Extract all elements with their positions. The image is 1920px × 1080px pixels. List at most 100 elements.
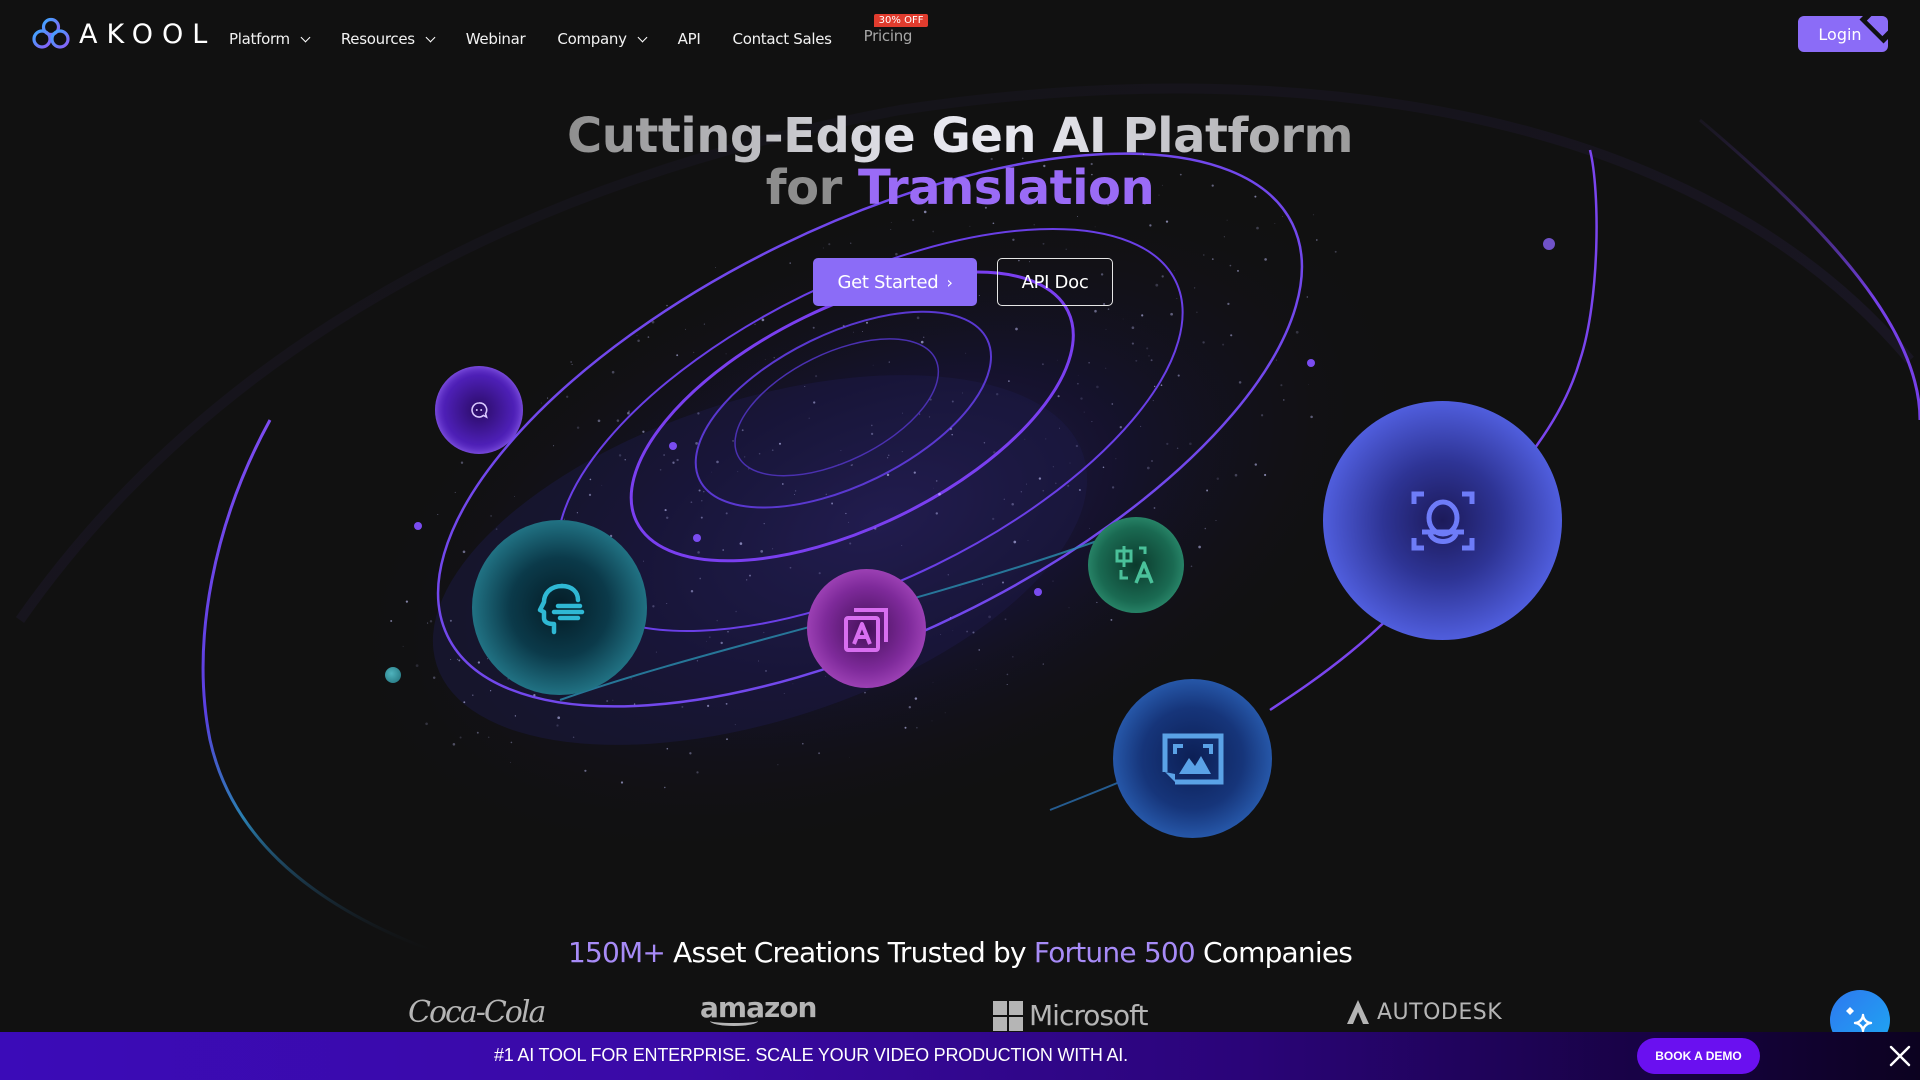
star	[1310, 415, 1313, 419]
nav-item-resources[interactable]: Resources	[341, 30, 436, 48]
star	[611, 370, 615, 374]
orb-text[interactable]	[807, 569, 926, 688]
star	[696, 771, 699, 774]
star	[1080, 397, 1083, 400]
star	[1068, 607, 1070, 609]
microsoft-windows-icon	[993, 1000, 1023, 1031]
akool-logo-mark-icon	[32, 17, 70, 49]
star	[557, 716, 561, 720]
star	[887, 454, 890, 457]
star	[951, 433, 953, 436]
star	[1042, 489, 1045, 492]
star	[1008, 380, 1010, 382]
star	[624, 459, 626, 461]
star	[1094, 226, 1096, 228]
nav-item-contact-sales[interactable]: Contact Sales	[733, 30, 832, 48]
star	[1088, 362, 1090, 364]
star	[818, 752, 821, 755]
nav-item-company[interactable]: Company	[557, 30, 648, 48]
coca-cola-logo: Coca-Cola	[408, 995, 546, 1030]
akool-logo[interactable]: AKOOL	[31, 17, 216, 51]
star	[1110, 618, 1113, 621]
get-started-button[interactable]: Get Started ›	[813, 258, 977, 306]
orb-translate[interactable]	[1088, 517, 1184, 613]
star	[666, 747, 669, 750]
star	[777, 764, 779, 766]
nav-item-webinar[interactable]: Webinar	[466, 30, 526, 48]
star	[460, 461, 464, 464]
close-icon[interactable]	[1888, 1044, 1912, 1068]
star	[1004, 618, 1007, 621]
star	[935, 512, 939, 515]
star	[690, 589, 694, 593]
star	[637, 339, 640, 343]
star	[1057, 395, 1060, 398]
book-demo-button[interactable]: BOOK A DEMO	[1637, 1038, 1760, 1074]
star	[1230, 334, 1233, 337]
star	[1254, 463, 1257, 466]
get-started-label: Get Started	[837, 271, 939, 293]
star	[932, 681, 934, 683]
star	[697, 412, 700, 415]
star	[510, 761, 512, 763]
star	[981, 583, 983, 585]
star	[890, 229, 892, 231]
star	[425, 722, 428, 726]
star	[659, 469, 662, 471]
hero-cta-group: Get Started › API Doc	[0, 258, 1920, 306]
star	[758, 452, 761, 455]
star	[1170, 312, 1173, 316]
star	[935, 480, 938, 482]
orb-voice[interactable]	[472, 520, 647, 695]
star	[672, 461, 675, 464]
star	[1001, 581, 1005, 584]
login-label: Login	[1818, 24, 1862, 44]
login-button[interactable]: Login	[1798, 16, 1888, 52]
nav-item-platform[interactable]: Platform	[229, 30, 311, 48]
star	[850, 464, 853, 467]
star	[1283, 399, 1285, 401]
star	[1059, 427, 1060, 429]
star	[584, 769, 587, 772]
orb-small-dot	[385, 667, 401, 683]
star	[1096, 385, 1099, 389]
star	[571, 363, 573, 365]
star	[630, 678, 632, 680]
star	[452, 743, 456, 746]
star	[1275, 359, 1277, 361]
star	[890, 221, 892, 223]
nav-item-pricing[interactable]: 30% OFF Pricing	[864, 14, 929, 45]
orb-image[interactable]	[1113, 679, 1272, 838]
star	[1003, 498, 1005, 500]
star	[828, 243, 831, 246]
star	[643, 560, 644, 562]
trust-headline: 150M+ Asset Creations Trusted by Fortune…	[0, 936, 1920, 969]
star	[772, 548, 774, 550]
orb-face[interactable]	[1323, 401, 1562, 640]
nav-item-api[interactable]: API	[678, 30, 701, 48]
star	[703, 491, 705, 493]
star	[727, 631, 729, 633]
star	[825, 493, 827, 495]
star	[969, 225, 971, 227]
star	[676, 458, 679, 462]
star	[783, 693, 785, 694]
star	[1165, 220, 1169, 223]
star	[450, 658, 452, 660]
star	[920, 340, 924, 344]
orb-chat[interactable]	[435, 366, 523, 454]
api-doc-button[interactable]: API Doc	[997, 258, 1113, 306]
star	[633, 703, 636, 705]
star	[901, 545, 903, 546]
hero-headline-prefix: for	[765, 160, 843, 216]
star	[547, 397, 549, 399]
nav-label: Company	[557, 30, 627, 48]
star	[463, 701, 466, 704]
api-doc-label: API Doc	[1021, 271, 1089, 293]
star	[570, 361, 572, 363]
star	[1111, 403, 1114, 405]
star	[992, 517, 995, 521]
star	[804, 386, 806, 388]
star	[1151, 460, 1153, 462]
star	[720, 641, 723, 645]
